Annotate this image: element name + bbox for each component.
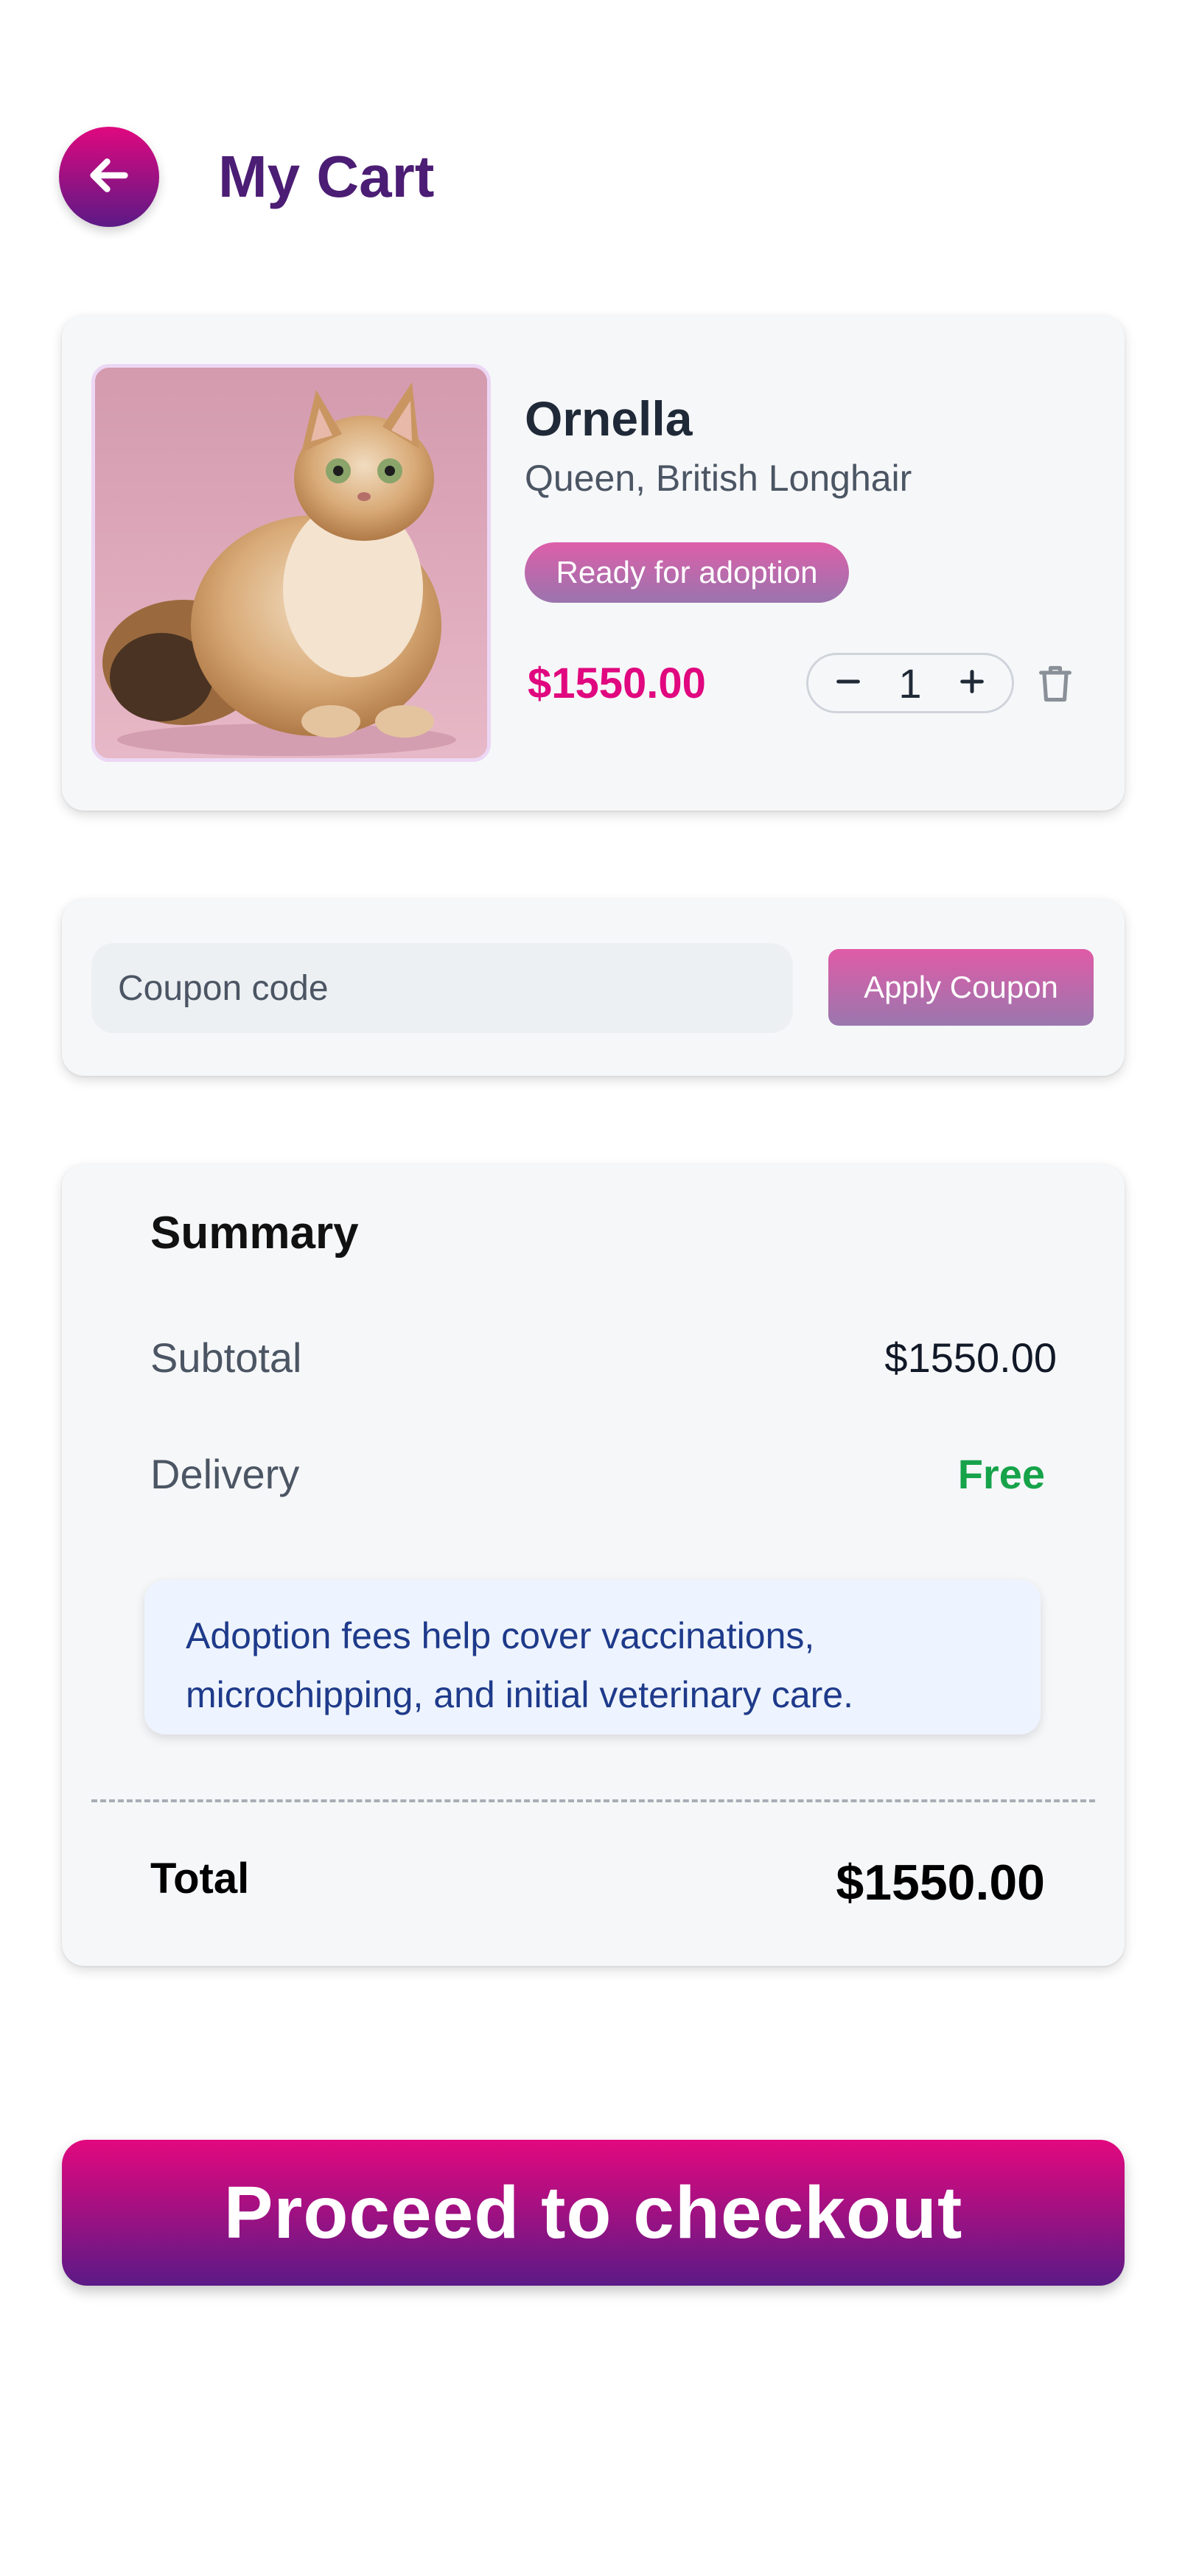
- checkout-button[interactable]: Proceed to checkout: [62, 2140, 1125, 2286]
- minus-icon: [833, 667, 863, 700]
- pet-name: Ornella: [525, 391, 693, 446]
- apply-coupon-button[interactable]: Apply Coupon: [828, 949, 1094, 1026]
- item-price: $1550.00: [528, 659, 706, 707]
- subtotal-value: $1550.00: [884, 1334, 1057, 1381]
- total-label: Total: [150, 1855, 250, 1903]
- coupon-code-input[interactable]: [91, 943, 793, 1033]
- quantity-value: 1: [898, 659, 922, 707]
- page-title: My Cart: [218, 144, 435, 209]
- divider: [91, 1799, 1095, 1802]
- pet-photo: [91, 364, 491, 762]
- summary-title: Summary: [150, 1208, 359, 1259]
- delivery-label: Delivery: [150, 1451, 300, 1497]
- plus-icon: [957, 667, 987, 700]
- adoption-fee-note: Adoption fees help cover vaccinations, m…: [144, 1580, 1041, 1735]
- cat-image: [95, 368, 487, 758]
- trash-icon: [1036, 663, 1074, 708]
- status-badge: Ready for adoption: [525, 542, 849, 603]
- decrease-quantity-button[interactable]: [826, 661, 870, 705]
- delete-item-button[interactable]: [1032, 662, 1079, 709]
- delivery-value: Free: [957, 1451, 1045, 1497]
- arrow-left-icon: [85, 152, 133, 203]
- subtotal-label: Subtotal: [150, 1334, 302, 1381]
- total-value: $1550.00: [836, 1855, 1045, 1911]
- quantity-stepper: 1: [806, 653, 1014, 713]
- pet-breed: Queen, British Longhair: [525, 458, 912, 499]
- back-button[interactable]: [59, 127, 159, 227]
- summary-card: [62, 1164, 1125, 1966]
- increase-quantity-button[interactable]: [950, 661, 994, 705]
